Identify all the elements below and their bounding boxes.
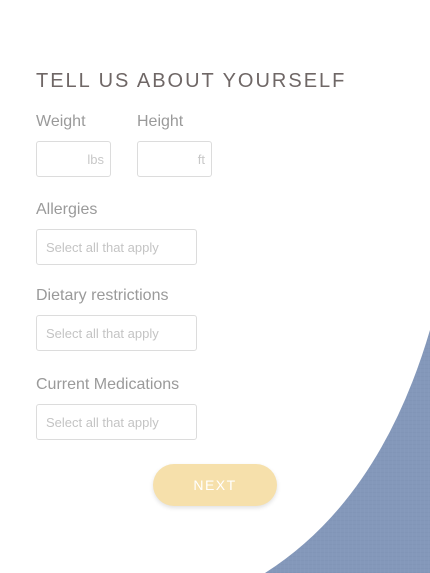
current-medications-select[interactable]: Select all that apply (36, 404, 197, 440)
next-button[interactable]: NEXT (153, 464, 277, 506)
height-input[interactable]: ft (137, 141, 212, 177)
current-medications-placeholder: Select all that apply (46, 415, 159, 430)
dietary-restrictions-label: Dietary restrictions (36, 287, 169, 304)
weight-unit: lbs (87, 152, 104, 167)
dietary-restrictions-placeholder: Select all that apply (46, 326, 159, 341)
weight-label: Weight (36, 113, 86, 130)
dietary-restrictions-select[interactable]: Select all that apply (36, 315, 197, 351)
allergies-select[interactable]: Select all that apply (36, 229, 197, 265)
form-screen: TELL US ABOUT YOURSELF Weight Height lbs… (0, 0, 430, 573)
page-title: TELL US ABOUT YOURSELF (36, 70, 347, 92)
height-label: Height (137, 113, 184, 130)
height-unit: ft (197, 152, 205, 167)
weight-input[interactable]: lbs (36, 141, 111, 177)
allergies-label: Allergies (36, 201, 98, 218)
current-medications-label: Current Medications (36, 376, 180, 393)
allergies-placeholder: Select all that apply (46, 240, 159, 255)
